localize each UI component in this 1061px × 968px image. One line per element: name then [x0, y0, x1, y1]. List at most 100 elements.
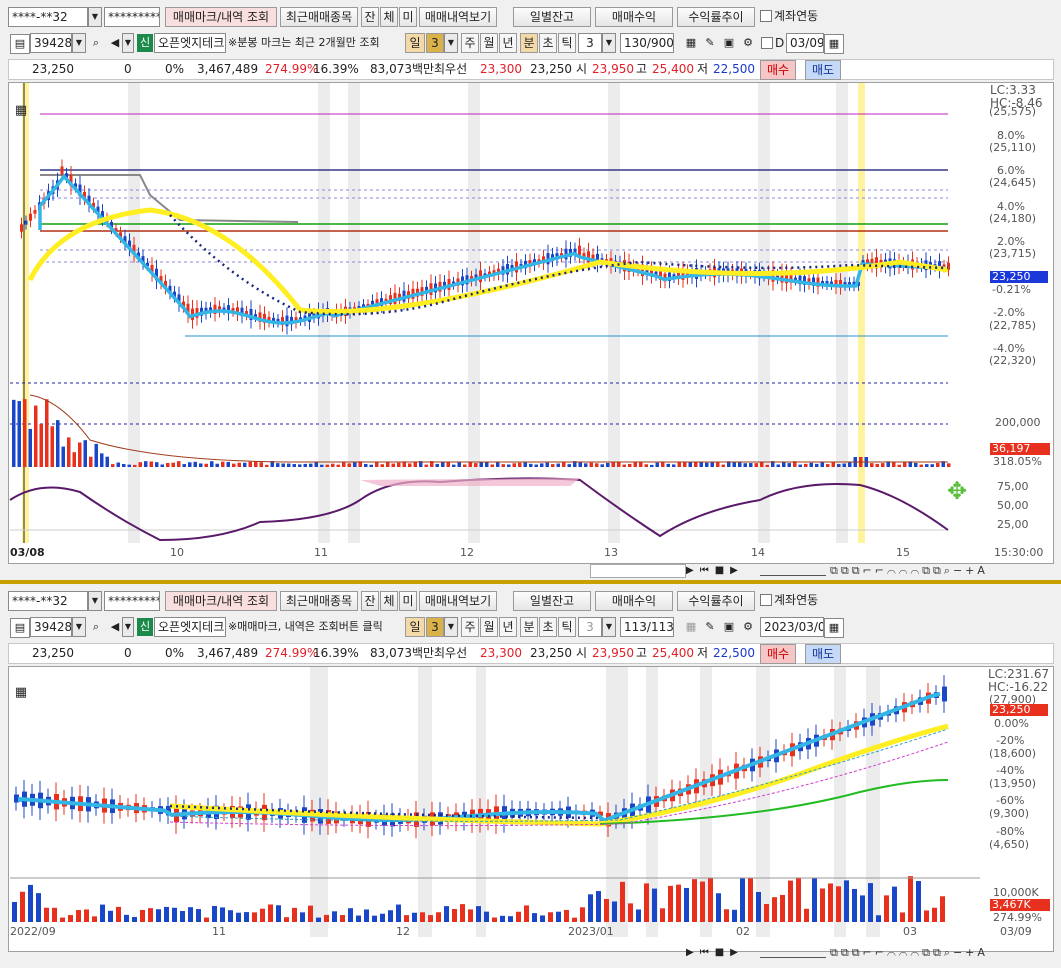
x-label: 12 — [396, 925, 410, 938]
candle-body — [60, 166, 64, 175]
x-label: 14 — [751, 546, 765, 559]
volume-bar — [160, 464, 164, 467]
scroll-slider[interactable] — [760, 566, 826, 576]
session-band — [476, 667, 486, 937]
osc-axis-tick: 75,00 — [997, 480, 1029, 493]
volume-bar — [149, 461, 153, 467]
volume-bar — [108, 910, 113, 922]
volume-bar — [254, 461, 258, 467]
volume-bar — [650, 464, 654, 467]
volume-bar — [831, 462, 835, 467]
axis-tick: -0.21% — [992, 283, 1031, 296]
volume-bar — [210, 461, 214, 467]
volume-bar — [332, 911, 337, 922]
volume-bar — [516, 911, 521, 922]
volume-bar — [668, 885, 673, 922]
volume-bar — [688, 462, 692, 467]
volume-bar — [852, 888, 857, 922]
volume-bar — [424, 464, 428, 467]
volume-bar — [61, 446, 65, 467]
highlight-band — [858, 83, 865, 543]
volume-bar — [672, 464, 676, 467]
volume-bar — [84, 909, 89, 922]
volume-bar — [705, 462, 709, 467]
chart-tools[interactable]: ⧉⧉⧉⌐⌐⌒⌒⌒⧉⧉⌕−+A — [830, 945, 1055, 961]
axis-tick: (24,645) — [989, 176, 1037, 189]
volume-bar — [68, 915, 73, 922]
volume-bar — [276, 905, 281, 922]
volume-bar — [529, 463, 533, 467]
volume-bar — [732, 909, 737, 922]
volume-bar — [204, 917, 209, 922]
volume-bar — [236, 912, 241, 922]
lc-label: LC:3.33 — [990, 83, 1036, 97]
volume-bar — [12, 399, 16, 467]
move-handle-icon[interactable]: ✥ — [944, 478, 970, 504]
axis-tick: (25,110) — [989, 141, 1037, 154]
volume-bar — [404, 915, 409, 922]
candle-body — [578, 245, 581, 256]
ma-line-dots — [169, 214, 949, 316]
volume-bar — [732, 461, 736, 467]
volume-bar — [740, 878, 745, 922]
volume-bar — [12, 901, 17, 922]
bottom-chart-svg — [10, 667, 980, 937]
volume-bar — [243, 462, 247, 467]
volume-bar — [156, 909, 161, 922]
volume-bar — [336, 464, 340, 467]
volume-bar — [284, 917, 289, 922]
volume-bar — [228, 910, 233, 922]
volume-bar — [837, 464, 841, 467]
top-scrollbar[interactable] — [590, 564, 686, 578]
volume-bar — [17, 401, 21, 467]
volume-bar — [298, 464, 302, 467]
volume-bar — [788, 880, 793, 922]
scroll-controls[interactable]: ▶⏮■▶ — [686, 946, 758, 960]
volume-bar — [479, 462, 483, 467]
price-tag: 23,250 — [990, 704, 1048, 716]
volume-bar — [122, 463, 126, 467]
volume-bar — [468, 461, 472, 467]
volume-bar — [388, 910, 393, 922]
volume-bar — [28, 884, 33, 922]
volume-bar — [268, 904, 273, 922]
volume-bar — [292, 907, 297, 922]
volume-bar — [748, 877, 753, 922]
volume-bar — [220, 907, 225, 922]
volume-bar — [844, 880, 849, 922]
volume-tag: 3,467K — [990, 899, 1050, 911]
volume-bar — [356, 915, 361, 922]
volume-bar — [23, 399, 27, 467]
volume-bar — [148, 908, 153, 922]
axis-tick: (18,600) — [989, 747, 1037, 760]
volume-bar — [375, 462, 379, 467]
volume-bar — [749, 463, 753, 467]
volume-bar — [666, 463, 670, 467]
volume-bar — [408, 463, 412, 467]
volume-bar — [916, 881, 921, 922]
volume-bar — [660, 908, 665, 922]
volume-ma — [29, 394, 948, 463]
volume-bar — [556, 911, 561, 922]
volume-bar — [798, 464, 802, 467]
volume-bar — [580, 907, 585, 922]
volume-bar — [309, 463, 313, 467]
volume-bar — [287, 463, 291, 467]
session-band — [608, 83, 620, 543]
volume-bar — [860, 895, 865, 922]
volume-bar — [644, 464, 648, 467]
volume-bar — [584, 463, 588, 467]
grid-toggle-icon[interactable]: ▦ — [12, 102, 30, 120]
volume-bar — [177, 461, 181, 467]
volume-bar — [492, 917, 497, 922]
volume-bar — [716, 893, 721, 922]
grid-toggle-icon[interactable]: ▦ — [12, 684, 30, 702]
volume-bar — [292, 464, 296, 467]
volume-bar — [508, 916, 513, 922]
volume-bar — [588, 894, 593, 922]
scroll-controls[interactable]: ▶⏮■▶ — [686, 564, 758, 578]
chart-tools[interactable]: ⧉⧉⧉⌐⌐⌒⌒⌒⧉⧉⌕−+A — [830, 563, 1055, 579]
volume-bar — [595, 463, 599, 467]
candle-body — [24, 220, 28, 225]
scroll-slider[interactable] — [760, 948, 826, 958]
